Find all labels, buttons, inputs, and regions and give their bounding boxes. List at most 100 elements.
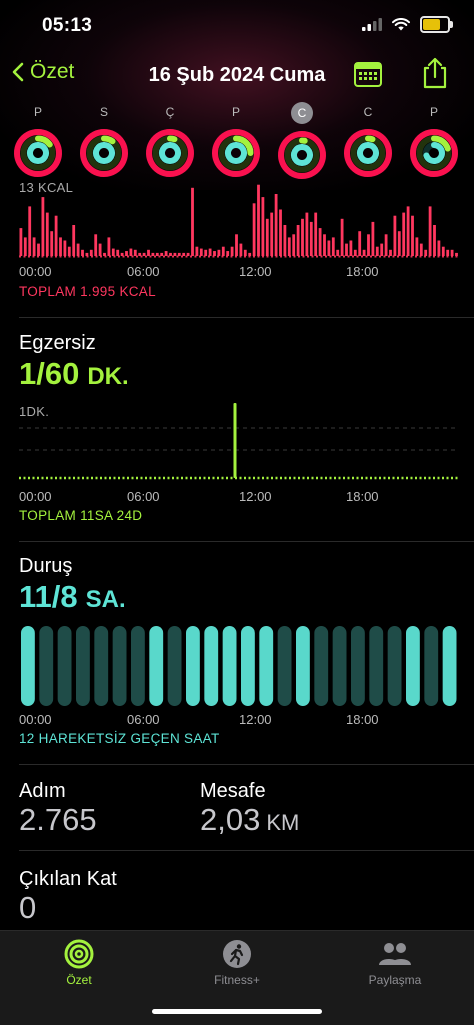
people-icon — [379, 943, 411, 965]
move-bar — [173, 252, 177, 256]
share-icon — [423, 57, 447, 89]
stand-bar — [131, 626, 145, 706]
page-title: 16 Şub 2024 Cuma — [148, 64, 326, 86]
move-bar — [323, 234, 326, 256]
move-bar — [213, 251, 216, 256]
move-bar — [393, 215, 397, 256]
calendar-icon — [354, 62, 382, 87]
move-bar — [375, 246, 379, 256]
move-bar — [279, 209, 282, 256]
status-time: 05:13 — [42, 15, 93, 36]
week-day-letter: C — [363, 105, 373, 119]
week-day-letter: P — [429, 105, 438, 119]
week-day-letter: P — [231, 105, 240, 119]
week-day[interactable]: S — [76, 102, 132, 178]
move-bar — [76, 243, 80, 256]
move-bar — [428, 206, 432, 256]
activity-rings-icon — [146, 129, 194, 177]
move-bar — [120, 252, 124, 256]
move-bar — [353, 249, 357, 256]
move-bar — [217, 249, 221, 256]
week-day[interactable]: C — [274, 102, 330, 180]
move-bar — [455, 252, 458, 256]
share-button[interactable] — [420, 56, 450, 95]
activity-rings-icon — [344, 129, 392, 177]
axis-label: 12:00 — [239, 489, 272, 504]
move-bar — [415, 237, 419, 256]
move-bar — [270, 212, 274, 256]
move-bar — [305, 212, 309, 256]
distance-unit: KM — [266, 810, 300, 835]
stand-bar — [332, 626, 347, 706]
move-bar — [37, 243, 40, 256]
stand-bar — [314, 626, 329, 706]
move-bar — [252, 203, 256, 256]
stand-value: 11/8 SA. — [19, 579, 126, 615]
divider — [19, 541, 474, 542]
week-day-letter: P — [33, 105, 42, 119]
distance-value: 2,03 KM — [200, 802, 299, 838]
tab-summary[interactable]: Özet — [19, 939, 139, 987]
stand-bar — [406, 626, 420, 706]
move-bar — [111, 248, 115, 256]
stand-bar — [76, 626, 90, 706]
move-bar — [437, 240, 441, 256]
axis-label: 06:00 — [127, 489, 160, 504]
status-bar: 05:13 — [0, 0, 474, 50]
move-bar — [318, 228, 322, 256]
move-bar — [411, 215, 414, 256]
activity-rings-icon — [410, 129, 458, 177]
move-bar — [424, 249, 428, 256]
move-bar — [239, 243, 243, 256]
axis-label: 18:00 — [346, 712, 379, 727]
activity-rings-icon — [212, 129, 260, 177]
distance-label: Mesafe — [200, 780, 266, 802]
calendar-button[interactable] — [353, 60, 383, 93]
axis-label: 06:00 — [127, 712, 160, 727]
move-bar — [345, 243, 348, 256]
week-day[interactable]: P — [208, 102, 264, 178]
move-bar — [116, 249, 120, 256]
week-day[interactable]: P — [406, 102, 462, 178]
move-bar — [358, 231, 362, 256]
move-bar — [32, 237, 36, 256]
stand-bar — [351, 626, 365, 706]
move-bar — [367, 234, 370, 256]
activity-rings-icon — [14, 129, 62, 177]
move-bar — [204, 249, 208, 256]
move-bar — [331, 237, 335, 256]
move-bar — [450, 249, 454, 256]
move-bar — [384, 234, 388, 256]
move-bar — [28, 206, 32, 256]
status-icons — [362, 16, 453, 33]
move-bar — [155, 252, 159, 256]
divider — [19, 764, 474, 765]
divider — [19, 850, 474, 851]
move-bar — [98, 243, 102, 256]
move-bar — [50, 231, 54, 256]
home-indicator — [152, 1009, 322, 1014]
move-bar — [441, 246, 445, 256]
move-bar — [147, 249, 150, 256]
tab-fitness-plus[interactable]: Fitness+ — [177, 939, 297, 987]
move-bar — [248, 252, 252, 256]
cellular-signal-icon — [362, 18, 382, 31]
exercise-chart — [19, 403, 459, 480]
move-bar — [327, 240, 331, 256]
move-bar — [63, 240, 67, 256]
week-day[interactable]: P — [10, 102, 66, 178]
week-day[interactable]: Ç — [142, 102, 198, 178]
stand-bar — [442, 626, 457, 706]
exercise-title: Egzersiz — [19, 332, 96, 354]
stand-chart — [21, 626, 457, 706]
week-day[interactable]: C — [340, 102, 396, 178]
stand-bar — [57, 626, 72, 706]
stand-bar — [21, 626, 35, 706]
stand-bar — [167, 626, 182, 706]
divider — [19, 317, 474, 318]
tab-sharing[interactable]: Paylaşma — [335, 939, 455, 987]
move-bar — [230, 246, 234, 256]
stand-bar — [387, 626, 402, 706]
move-bar — [182, 252, 186, 256]
axis-label: 12:00 — [239, 264, 272, 279]
